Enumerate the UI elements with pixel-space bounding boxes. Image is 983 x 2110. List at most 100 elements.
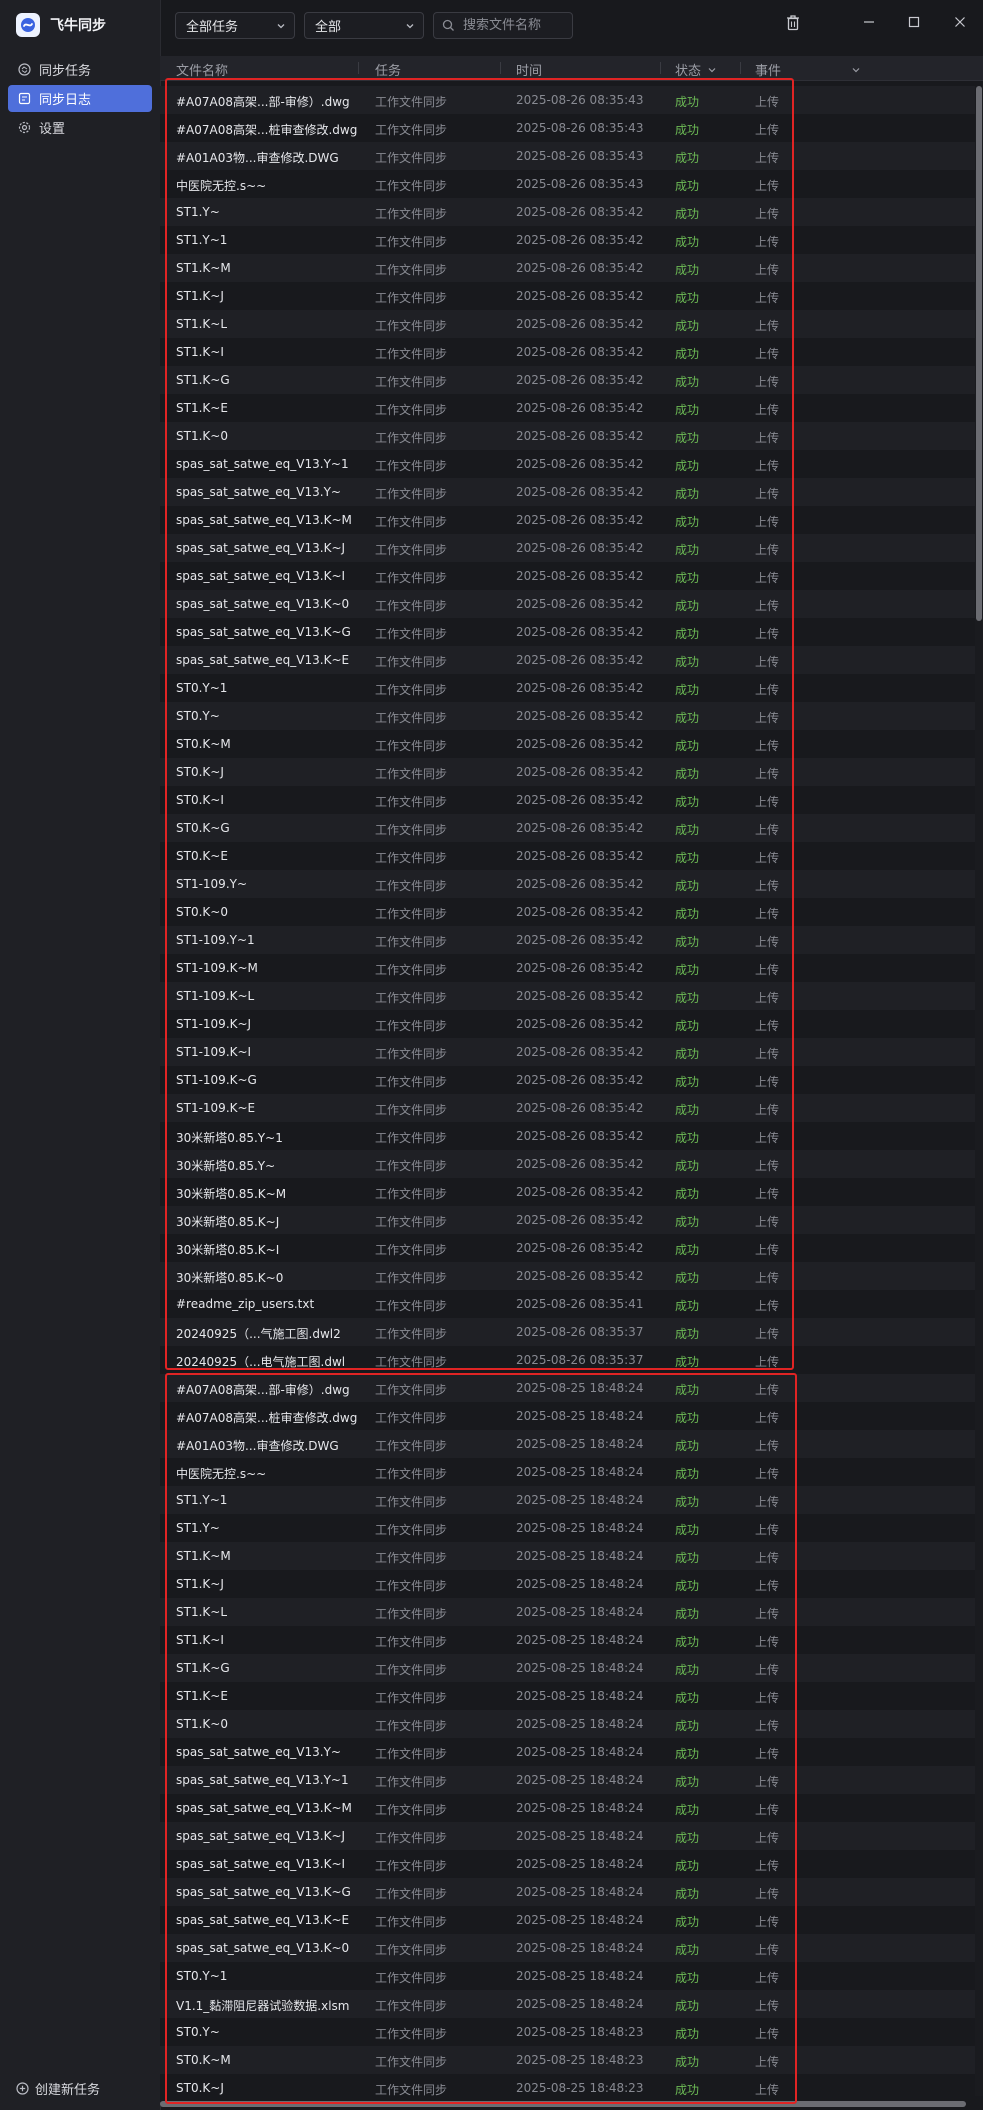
table-row[interactable]: ST0.Y~1 工作文件同步 2025-08-26 08:35:42 成功 上传 xyxy=(160,674,975,702)
table-row[interactable]: spas_sat_satwe_eq_V13.K~M 工作文件同步 2025-08-2… xyxy=(160,1794,975,1822)
table-row[interactable]: ST0.K~E 工作文件同步 2025-08-26 08:35:42 成功 上传 xyxy=(160,842,975,870)
table-row[interactable]: ST1.K~M 工作文件同步 2025-08-26 08:35:42 成功 上传 xyxy=(160,254,975,282)
table-row[interactable]: ST1-109.K~J 工作文件同步 2025-08-26 08:35:42 成功 上传 xyxy=(160,1010,975,1038)
table-row[interactable]: spas_sat_satwe_eq_V13.Y~ 工作文件同步 2025-08-26… xyxy=(160,478,975,506)
table-row[interactable]: ST0.K~J 工作文件同步 2025-08-26 08:35:42 成功 上传 xyxy=(160,758,975,786)
table-row[interactable]: ST0.Y~ 工作文件同步 2025-08-26 08:35:42 成功 上传 xyxy=(160,702,975,730)
table-row[interactable]: ST1-109.Y~1 工作文件同步 2025-08-26 08:35:42 成功 上传 xyxy=(160,926,975,954)
table-row[interactable]: spas_sat_satwe_eq_V13.K~I 工作文件同步 2025-08-2… xyxy=(160,1850,975,1878)
sidebar-item-sync-log[interactable]: 同步日志 xyxy=(8,85,152,112)
table-row[interactable]: #A01A03物...审查修改.DWG 工作文件同步 2025-08-26 08:3… xyxy=(160,142,975,170)
table-row[interactable]: ST1-109.K~M 工作文件同步 2025-08-26 08:35:42 成功 上传 xyxy=(160,954,975,982)
table-row[interactable]: ST1-109.Y~ 工作文件同步 2025-08-26 08:35:42 成功 上传 xyxy=(160,870,975,898)
table-row[interactable]: spas_sat_satwe_eq_V13.K~E 工作文件同步 2025-08-2… xyxy=(160,646,975,674)
table-row[interactable]: ST0.K~G 工作文件同步 2025-08-26 08:35:42 成功 上传 xyxy=(160,814,975,842)
table-row[interactable]: ST1.K~J 工作文件同步 2025-08-26 08:35:42 成功 上传 xyxy=(160,282,975,310)
table-row[interactable]: 30米新塔0.85.K~M 工作文件同步 2025-08-26 08:35:42 成功… xyxy=(160,1178,975,1206)
table-row[interactable]: 30米新塔0.85.K~J 工作文件同步 2025-08-26 08:35:42 成功… xyxy=(160,1206,975,1234)
table-row[interactable]: ST0.K~M 工作文件同步 2025-08-25 18:48:23 成功 上传 xyxy=(160,2046,975,2074)
close-icon[interactable] xyxy=(954,16,966,28)
table-row[interactable]: spas_sat_satwe_eq_V13.K~0 工作文件同步 2025-08-2… xyxy=(160,1934,975,1962)
search-input[interactable] xyxy=(461,17,565,34)
table-row[interactable]: ST1.K~L 工作文件同步 2025-08-25 18:48:24 成功 上传 xyxy=(160,1598,975,1626)
table-row[interactable]: 20240925（...气施工图.dwl2 工作文件同步 2025-08-26 08… xyxy=(160,1318,975,1346)
vertical-scrollbar[interactable] xyxy=(975,86,983,2096)
table-row[interactable]: spas_sat_satwe_eq_V13.K~E 工作文件同步 2025-08-2… xyxy=(160,1906,975,1934)
table-row[interactable]: spas_sat_satwe_eq_V13.K~G 工作文件同步 2025-08-2… xyxy=(160,618,975,646)
table-row[interactable]: spas_sat_satwe_eq_V13.K~J 工作文件同步 2025-08-2… xyxy=(160,1822,975,1850)
table-row[interactable]: spas_sat_satwe_eq_V13.K~M 工作文件同步 2025-08-2… xyxy=(160,506,975,534)
table-row[interactable]: ST1.K~G 工作文件同步 2025-08-25 18:48:24 成功 上传 xyxy=(160,1654,975,1682)
table-row[interactable]: ST1.K~E 工作文件同步 2025-08-25 18:48:24 成功 上传 xyxy=(160,1682,975,1710)
table-row[interactable]: spas_sat_satwe_eq_V13.Y~1 工作文件同步 2025-08-2… xyxy=(160,1766,975,1794)
status-cell: 成功 xyxy=(675,1691,700,1705)
table-row[interactable]: 30米新塔0.85.K~I 工作文件同步 2025-08-26 08:35:42 成功… xyxy=(160,1234,975,1262)
table-row[interactable]: ST1.K~I 工作文件同步 2025-08-25 18:48:24 成功 上传 xyxy=(160,1626,975,1654)
table-row[interactable]: spas_sat_satwe_eq_V13.Y~ 工作文件同步 2025-08-25… xyxy=(160,1738,975,1766)
sidebar-item-settings[interactable]: 设置 xyxy=(8,114,152,141)
table-row[interactable]: ST0.K~0 工作文件同步 2025-08-26 08:35:42 成功 上传 xyxy=(160,898,975,926)
table-row[interactable]: V1.1_黏滞阻尼器试验数据.xlsm 工作文件同步 2025-08-25 18:4… xyxy=(160,1990,975,2018)
column-header-event[interactable]: 事件 xyxy=(755,60,863,79)
table-row[interactable]: spas_sat_satwe_eq_V13.K~G 工作文件同步 2025-08-2… xyxy=(160,1878,975,1906)
table-row[interactable]: 30米新塔0.85.Y~ 工作文件同步 2025-08-26 08:35:42 成功 上… xyxy=(160,1150,975,1178)
table-row[interactable]: ST1.K~M 工作文件同步 2025-08-25 18:48:24 成功 上传 xyxy=(160,1542,975,1570)
table-row[interactable]: ST1.K~J 工作文件同步 2025-08-25 18:48:24 成功 上传 xyxy=(160,1570,975,1598)
table-row[interactable]: spas_sat_satwe_eq_V13.K~J 工作文件同步 2025-08-2… xyxy=(160,534,975,562)
column-header-time[interactable]: 时间 xyxy=(516,60,542,79)
table-row[interactable]: ST0.K~J 工作文件同步 2025-08-25 18:48:23 成功 上传 xyxy=(160,2074,975,2102)
create-task-button[interactable]: 创建新任务 xyxy=(16,2079,100,2098)
column-resizer[interactable] xyxy=(500,62,501,74)
column-resizer[interactable] xyxy=(358,62,359,74)
table-row[interactable]: ST1.K~L 工作文件同步 2025-08-26 08:35:42 成功 上传 xyxy=(160,310,975,338)
table-row[interactable]: ST1.K~G 工作文件同步 2025-08-26 08:35:42 成功 上传 xyxy=(160,366,975,394)
table-row[interactable]: ST1-109.K~I 工作文件同步 2025-08-26 08:35:42 成功 上传 xyxy=(160,1038,975,1066)
table-row[interactable]: 中医院无控.s~~ 工作文件同步 2025-08-26 08:35:43 成功 上传 xyxy=(160,170,975,198)
table-row[interactable]: #A07A08高架...部-审修）.dwg 工作文件同步 2025-08-25 18… xyxy=(160,1374,975,1402)
column-header-name[interactable]: 文件名称 xyxy=(176,60,228,79)
table-row[interactable]: ST1.Y~1 工作文件同步 2025-08-26 08:35:42 成功 上传 xyxy=(160,226,975,254)
column-header-status[interactable]: 状态 xyxy=(675,60,717,79)
horizontal-scroll-thumb[interactable] xyxy=(160,2101,966,2107)
table-row[interactable]: 中医院无控.s~~ 工作文件同步 2025-08-25 18:48:24 成功 上传 xyxy=(160,1458,975,1486)
table-row[interactable]: ST1.K~0 工作文件同步 2025-08-25 18:48:24 成功 上传 xyxy=(160,1710,975,1738)
task-cell: 工作文件同步 xyxy=(375,1131,448,1145)
table-row[interactable]: 20240925（...电气施工图.dwl 工作文件同步 2025-08-26 08… xyxy=(160,1346,975,1374)
table-row[interactable]: ST1.Y~1 工作文件同步 2025-08-25 18:48:24 成功 上传 xyxy=(160,1486,975,1514)
table-row[interactable]: ST1-109.K~G 工作文件同步 2025-08-26 08:35:42 成功 上传 xyxy=(160,1066,975,1094)
trash-icon[interactable] xyxy=(785,14,801,32)
table-row[interactable]: spas_sat_satwe_eq_V13.K~0 工作文件同步 2025-08-2… xyxy=(160,590,975,618)
table-row[interactable]: ST1.Y~ 工作文件同步 2025-08-25 18:48:24 成功 上传 xyxy=(160,1514,975,1542)
minimize-icon[interactable] xyxy=(863,16,875,28)
table-row[interactable]: ST1-109.K~E 工作文件同步 2025-08-26 08:35:42 成功 上传 xyxy=(160,1094,975,1122)
horizontal-scrollbar[interactable] xyxy=(160,2100,975,2108)
table-row[interactable]: 30米新塔0.85.Y~1 工作文件同步 2025-08-26 08:35:42 成功… xyxy=(160,1122,975,1150)
search-box[interactable] xyxy=(433,12,573,39)
table-row[interactable]: ST1.K~0 工作文件同步 2025-08-26 08:35:42 成功 上传 xyxy=(160,422,975,450)
table-row[interactable]: ST0.Y~ 工作文件同步 2025-08-25 18:48:23 成功 上传 xyxy=(160,2018,975,2046)
table-row[interactable]: #A01A03物...审查修改.DWG 工作文件同步 2025-08-25 18:4… xyxy=(160,1430,975,1458)
status-filter-select[interactable]: 全部 xyxy=(304,12,424,39)
vertical-scroll-thumb[interactable] xyxy=(976,86,982,621)
task-filter-select[interactable]: 全部任务 xyxy=(175,12,295,39)
table-row[interactable]: ST0.Y~1 工作文件同步 2025-08-25 18:48:24 成功 上传 xyxy=(160,1962,975,1990)
table-row[interactable]: ST1.K~E 工作文件同步 2025-08-26 08:35:42 成功 上传 xyxy=(160,394,975,422)
column-header-task[interactable]: 任务 xyxy=(375,60,401,79)
table-row[interactable]: #A07A08高架...部-审修）.dwg 工作文件同步 2025-08-26 08… xyxy=(160,86,975,114)
column-resizer[interactable] xyxy=(740,62,741,74)
table-row[interactable]: spas_sat_satwe_eq_V13.K~I 工作文件同步 2025-08-2… xyxy=(160,562,975,590)
column-resizer[interactable] xyxy=(660,62,661,74)
task-cell: 工作文件同步 xyxy=(375,375,448,389)
table-row[interactable]: 30米新塔0.85.K~0 工作文件同步 2025-08-26 08:35:42 成功… xyxy=(160,1262,975,1290)
table-row[interactable]: ST1.Y~ 工作文件同步 2025-08-26 08:35:42 成功 上传 xyxy=(160,198,975,226)
table-row[interactable]: spas_sat_satwe_eq_V13.Y~1 工作文件同步 2025-08-2… xyxy=(160,450,975,478)
table-row[interactable]: ST1.K~I 工作文件同步 2025-08-26 08:35:42 成功 上传 xyxy=(160,338,975,366)
table-row[interactable]: ST0.K~I 工作文件同步 2025-08-26 08:35:42 成功 上传 xyxy=(160,786,975,814)
table-row[interactable]: ST0.K~M 工作文件同步 2025-08-26 08:35:42 成功 上传 xyxy=(160,730,975,758)
table-row[interactable]: #A07A08高架...桩审查修改.dwg 工作文件同步 2025-08-26 08… xyxy=(160,114,975,142)
table-row[interactable]: ST1-109.K~L 工作文件同步 2025-08-26 08:35:42 成功 上传 xyxy=(160,982,975,1010)
table-row[interactable]: #readme_zip_users.txt 工作文件同步 2025-08-26 08… xyxy=(160,1290,975,1318)
maximize-icon[interactable] xyxy=(908,16,920,28)
table-row[interactable]: #A07A08高架...桩审查修改.dwg 工作文件同步 2025-08-25 18… xyxy=(160,1402,975,1430)
sidebar-item-sync-tasks[interactable]: 同步任务 xyxy=(8,56,152,83)
